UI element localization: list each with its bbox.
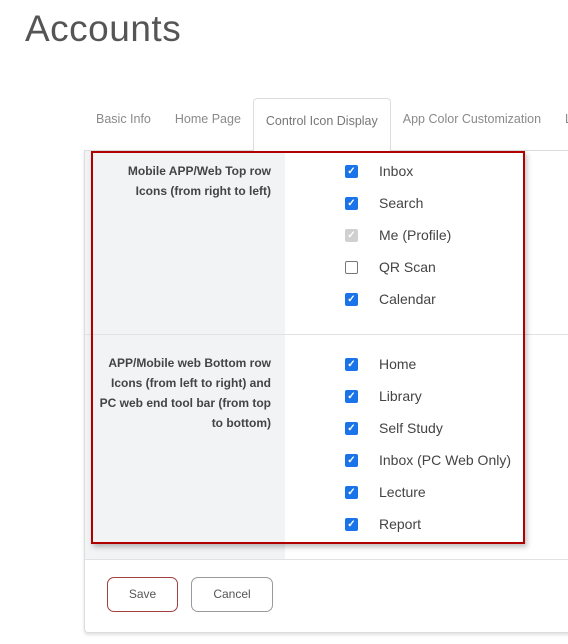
option-label: Self Study — [379, 420, 443, 436]
checkbox[interactable]: ✓ — [345, 196, 358, 210]
option-self-study[interactable]: ✓ Self Study — [345, 418, 443, 438]
option-label: Library — [379, 388, 422, 404]
checkbox: ✓ — [345, 228, 358, 242]
option-report[interactable]: ✓ Report — [345, 514, 421, 534]
checkbox[interactable]: ✓ — [345, 453, 358, 467]
tab-library[interactable]: Libr — [553, 97, 568, 151]
option-inbox-pc-web-only[interactable]: ✓ Inbox (PC Web Only) — [345, 450, 511, 470]
section-divider — [85, 334, 568, 335]
tab-bar: Basic Info Home Page Control Icon Displa… — [84, 96, 568, 152]
option-lecture[interactable]: ✓ Lecture — [345, 482, 426, 502]
option-inbox[interactable]: ✓ Inbox — [345, 161, 413, 181]
tab-home-page[interactable]: Home Page — [163, 97, 253, 151]
footer-divider — [85, 559, 568, 560]
section-label-top-row: Mobile APP/Web Top row Icons (from right… — [127, 164, 271, 198]
checkbox[interactable]: ✓ — [345, 164, 358, 178]
checkbox[interactable]: ✓ — [345, 357, 358, 371]
option-calendar[interactable]: ✓ Calendar — [345, 289, 436, 309]
cancel-button[interactable]: Cancel — [191, 577, 273, 612]
option-label: Inbox (PC Web Only) — [379, 452, 512, 468]
option-search[interactable]: ✓ Search — [345, 193, 423, 213]
checkbox[interactable] — [345, 260, 358, 274]
option-label: Calendar — [379, 291, 436, 307]
save-button[interactable]: Save — [107, 577, 178, 612]
option-label: Inbox — [379, 163, 414, 179]
checkbox[interactable]: ✓ — [345, 421, 358, 435]
checkbox[interactable]: ✓ — [345, 389, 358, 403]
option-label: Search — [379, 195, 424, 211]
checkbox[interactable]: ✓ — [345, 517, 358, 531]
option-label: Report — [379, 516, 422, 532]
option-home[interactable]: ✓ Home — [345, 354, 416, 374]
option-qr-scan[interactable]: QR Scan — [345, 257, 436, 277]
tab-control-icon-display[interactable]: Control Icon Display — [252, 98, 391, 152]
checkbox[interactable]: ✓ — [345, 485, 358, 499]
page-title: Accounts — [25, 8, 182, 49]
tab-basic-info[interactable]: Basic Info — [84, 97, 163, 151]
option-label: Me (Profile) — [379, 227, 452, 243]
settings-panel: Mobile APP/Web Top row Icons (from right… — [84, 150, 568, 633]
option-label: QR Scan — [379, 259, 436, 275]
option-me-profile[interactable]: ✓ Me (Profile) — [345, 225, 451, 245]
checkbox[interactable]: ✓ — [345, 292, 358, 306]
section-label-bottom-row: APP/Mobile web Bottom row Icons (from le… — [99, 356, 271, 430]
option-label: Lecture — [379, 484, 426, 500]
option-library[interactable]: ✓ Library — [345, 386, 422, 406]
option-label: Home — [379, 356, 417, 372]
tab-app-color-customization[interactable]: App Color Customization — [391, 97, 553, 151]
